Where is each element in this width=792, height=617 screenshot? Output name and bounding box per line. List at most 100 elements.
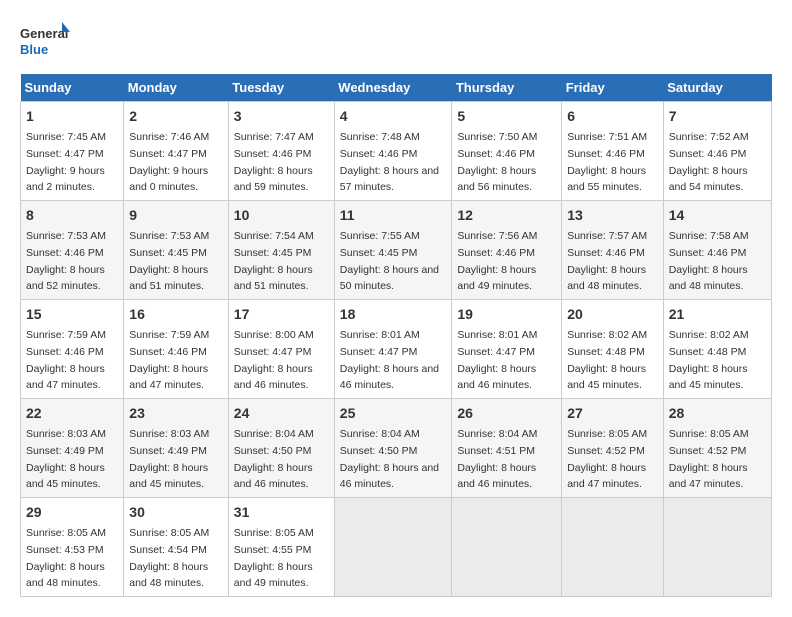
day-number: 28 <box>669 403 766 424</box>
calendar-cell: 18 Sunrise: 8:01 AMSunset: 4:47 PMDaylig… <box>334 300 452 399</box>
cell-sunrise: Sunrise: 7:55 AMSunset: 4:45 PMDaylight:… <box>340 230 439 292</box>
week-row-5: 29 Sunrise: 8:05 AMSunset: 4:53 PMDaylig… <box>21 498 772 597</box>
day-number: 19 <box>457 304 556 325</box>
week-row-2: 8 Sunrise: 7:53 AMSunset: 4:46 PMDayligh… <box>21 201 772 300</box>
calendar-cell: 4 Sunrise: 7:48 AMSunset: 4:46 PMDayligh… <box>334 102 452 201</box>
calendar-cell: 16 Sunrise: 7:59 AMSunset: 4:46 PMDaylig… <box>124 300 229 399</box>
cell-sunrise: Sunrise: 7:46 AMSunset: 4:47 PMDaylight:… <box>129 131 209 193</box>
calendar-cell: 22 Sunrise: 8:03 AMSunset: 4:49 PMDaylig… <box>21 399 124 498</box>
cell-sunrise: Sunrise: 7:48 AMSunset: 4:46 PMDaylight:… <box>340 131 439 193</box>
calendar-cell: 13 Sunrise: 7:57 AMSunset: 4:46 PMDaylig… <box>562 201 664 300</box>
cell-sunrise: Sunrise: 8:03 AMSunset: 4:49 PMDaylight:… <box>129 428 209 490</box>
day-number: 23 <box>129 403 223 424</box>
calendar-cell: 17 Sunrise: 8:00 AMSunset: 4:47 PMDaylig… <box>228 300 334 399</box>
svg-text:Blue: Blue <box>20 42 48 57</box>
calendar-cell: 24 Sunrise: 8:04 AMSunset: 4:50 PMDaylig… <box>228 399 334 498</box>
header: General Blue <box>20 20 772 64</box>
calendar-cell: 28 Sunrise: 8:05 AMSunset: 4:52 PMDaylig… <box>663 399 771 498</box>
calendar-cell: 31 Sunrise: 8:05 AMSunset: 4:55 PMDaylig… <box>228 498 334 597</box>
calendar-cell: 3 Sunrise: 7:47 AMSunset: 4:46 PMDayligh… <box>228 102 334 201</box>
cell-sunrise: Sunrise: 7:51 AMSunset: 4:46 PMDaylight:… <box>567 131 647 193</box>
day-number: 7 <box>669 106 766 127</box>
calendar-cell <box>562 498 664 597</box>
day-header-sunday: Sunday <box>21 74 124 102</box>
calendar-cell: 26 Sunrise: 8:04 AMSunset: 4:51 PMDaylig… <box>452 399 562 498</box>
svg-text:General: General <box>20 26 68 41</box>
week-row-3: 15 Sunrise: 7:59 AMSunset: 4:46 PMDaylig… <box>21 300 772 399</box>
calendar-cell: 15 Sunrise: 7:59 AMSunset: 4:46 PMDaylig… <box>21 300 124 399</box>
calendar-cell: 2 Sunrise: 7:46 AMSunset: 4:47 PMDayligh… <box>124 102 229 201</box>
calendar-cell: 30 Sunrise: 8:05 AMSunset: 4:54 PMDaylig… <box>124 498 229 597</box>
day-number: 22 <box>26 403 118 424</box>
week-row-1: 1 Sunrise: 7:45 AMSunset: 4:47 PMDayligh… <box>21 102 772 201</box>
day-number: 3 <box>234 106 329 127</box>
cell-sunrise: Sunrise: 8:02 AMSunset: 4:48 PMDaylight:… <box>669 329 749 391</box>
day-number: 29 <box>26 502 118 523</box>
calendar-cell: 14 Sunrise: 7:58 AMSunset: 4:46 PMDaylig… <box>663 201 771 300</box>
calendar-table: SundayMondayTuesdayWednesdayThursdayFrid… <box>20 74 772 597</box>
cell-sunrise: Sunrise: 8:04 AMSunset: 4:50 PMDaylight:… <box>340 428 439 490</box>
day-number: 14 <box>669 205 766 226</box>
day-number: 9 <box>129 205 223 226</box>
day-number: 25 <box>340 403 447 424</box>
calendar-cell: 27 Sunrise: 8:05 AMSunset: 4:52 PMDaylig… <box>562 399 664 498</box>
calendar-cell: 5 Sunrise: 7:50 AMSunset: 4:46 PMDayligh… <box>452 102 562 201</box>
cell-sunrise: Sunrise: 8:01 AMSunset: 4:47 PMDaylight:… <box>457 329 537 391</box>
day-number: 17 <box>234 304 329 325</box>
cell-sunrise: Sunrise: 8:05 AMSunset: 4:52 PMDaylight:… <box>567 428 647 490</box>
cell-sunrise: Sunrise: 7:57 AMSunset: 4:46 PMDaylight:… <box>567 230 647 292</box>
cell-sunrise: Sunrise: 7:58 AMSunset: 4:46 PMDaylight:… <box>669 230 749 292</box>
cell-sunrise: Sunrise: 8:04 AMSunset: 4:51 PMDaylight:… <box>457 428 537 490</box>
day-header-thursday: Thursday <box>452 74 562 102</box>
day-number: 4 <box>340 106 447 127</box>
calendar-cell: 23 Sunrise: 8:03 AMSunset: 4:49 PMDaylig… <box>124 399 229 498</box>
calendar-cell: 11 Sunrise: 7:55 AMSunset: 4:45 PMDaylig… <box>334 201 452 300</box>
calendar-cell: 29 Sunrise: 8:05 AMSunset: 4:53 PMDaylig… <box>21 498 124 597</box>
calendar-cell <box>334 498 452 597</box>
logo: General Blue <box>20 20 70 64</box>
cell-sunrise: Sunrise: 7:59 AMSunset: 4:46 PMDaylight:… <box>129 329 209 391</box>
day-number: 8 <box>26 205 118 226</box>
cell-sunrise: Sunrise: 8:05 AMSunset: 4:55 PMDaylight:… <box>234 527 314 589</box>
cell-sunrise: Sunrise: 8:05 AMSunset: 4:54 PMDaylight:… <box>129 527 209 589</box>
cell-sunrise: Sunrise: 7:59 AMSunset: 4:46 PMDaylight:… <box>26 329 106 391</box>
day-number: 12 <box>457 205 556 226</box>
cell-sunrise: Sunrise: 8:00 AMSunset: 4:47 PMDaylight:… <box>234 329 314 391</box>
day-number: 15 <box>26 304 118 325</box>
cell-sunrise: Sunrise: 8:01 AMSunset: 4:47 PMDaylight:… <box>340 329 439 391</box>
day-number: 20 <box>567 304 658 325</box>
calendar-cell: 10 Sunrise: 7:54 AMSunset: 4:45 PMDaylig… <box>228 201 334 300</box>
cell-sunrise: Sunrise: 8:03 AMSunset: 4:49 PMDaylight:… <box>26 428 106 490</box>
cell-sunrise: Sunrise: 7:47 AMSunset: 4:46 PMDaylight:… <box>234 131 314 193</box>
calendar-cell <box>452 498 562 597</box>
cell-sunrise: Sunrise: 7:54 AMSunset: 4:45 PMDaylight:… <box>234 230 314 292</box>
cell-sunrise: Sunrise: 7:53 AMSunset: 4:46 PMDaylight:… <box>26 230 106 292</box>
logo-svg: General Blue <box>20 20 70 64</box>
day-number: 30 <box>129 502 223 523</box>
cell-sunrise: Sunrise: 7:45 AMSunset: 4:47 PMDaylight:… <box>26 131 106 193</box>
day-number: 10 <box>234 205 329 226</box>
day-number: 31 <box>234 502 329 523</box>
day-header-wednesday: Wednesday <box>334 74 452 102</box>
calendar-cell: 6 Sunrise: 7:51 AMSunset: 4:46 PMDayligh… <box>562 102 664 201</box>
calendar-cell: 9 Sunrise: 7:53 AMSunset: 4:45 PMDayligh… <box>124 201 229 300</box>
day-header-saturday: Saturday <box>663 74 771 102</box>
cell-sunrise: Sunrise: 8:05 AMSunset: 4:53 PMDaylight:… <box>26 527 106 589</box>
week-row-4: 22 Sunrise: 8:03 AMSunset: 4:49 PMDaylig… <box>21 399 772 498</box>
calendar-cell: 21 Sunrise: 8:02 AMSunset: 4:48 PMDaylig… <box>663 300 771 399</box>
calendar-cell: 25 Sunrise: 8:04 AMSunset: 4:50 PMDaylig… <box>334 399 452 498</box>
day-number: 11 <box>340 205 447 226</box>
cell-sunrise: Sunrise: 8:05 AMSunset: 4:52 PMDaylight:… <box>669 428 749 490</box>
cell-sunrise: Sunrise: 7:52 AMSunset: 4:46 PMDaylight:… <box>669 131 749 193</box>
calendar-cell: 12 Sunrise: 7:56 AMSunset: 4:46 PMDaylig… <box>452 201 562 300</box>
day-number: 13 <box>567 205 658 226</box>
day-number: 21 <box>669 304 766 325</box>
day-number: 24 <box>234 403 329 424</box>
day-header-monday: Monday <box>124 74 229 102</box>
cell-sunrise: Sunrise: 8:02 AMSunset: 4:48 PMDaylight:… <box>567 329 647 391</box>
calendar-cell: 8 Sunrise: 7:53 AMSunset: 4:46 PMDayligh… <box>21 201 124 300</box>
day-number: 1 <box>26 106 118 127</box>
day-number: 5 <box>457 106 556 127</box>
day-number: 18 <box>340 304 447 325</box>
calendar-cell: 19 Sunrise: 8:01 AMSunset: 4:47 PMDaylig… <box>452 300 562 399</box>
